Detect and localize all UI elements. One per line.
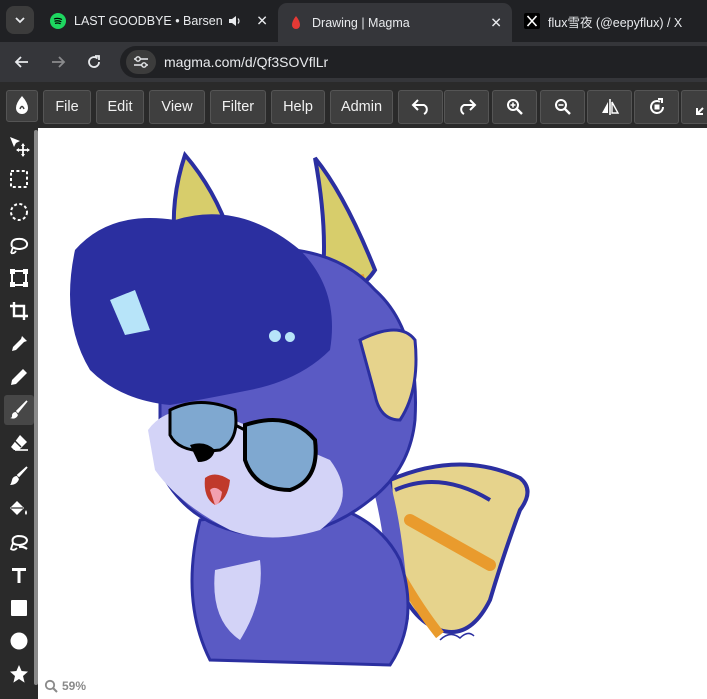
text-tool[interactable] (4, 560, 34, 590)
close-tab-icon[interactable]: ✕ (256, 13, 268, 30)
fill-tool[interactable] (4, 494, 34, 524)
shape-tool[interactable] (4, 659, 34, 689)
ellipse-tool[interactable] (4, 626, 34, 656)
app-menu-bar: File Edit View Filter Help Admin (0, 82, 707, 128)
transform-tool[interactable] (4, 263, 34, 293)
zoom-in-button[interactable] (492, 90, 537, 124)
tool-palette (0, 128, 38, 699)
flip-button[interactable] (587, 90, 632, 124)
spotify-icon (50, 13, 66, 29)
transform-icon (10, 269, 28, 287)
zoom-out-icon (554, 99, 571, 115)
browser-navbar: magma.com/d/Qf3SOVflLr (0, 42, 707, 82)
back-button[interactable] (10, 50, 34, 74)
lasso-fill-tool[interactable] (4, 527, 34, 557)
fullscreen-icon (695, 107, 704, 115)
help-menu[interactable]: Help (271, 90, 325, 124)
smudge-icon (10, 466, 28, 485)
reload-button[interactable] (82, 50, 106, 74)
rectangle-tool[interactable] (4, 593, 34, 623)
redo-icon (459, 99, 476, 115)
flip-icon (601, 99, 619, 115)
magnifier-icon (44, 679, 58, 693)
address-bar[interactable]: magma.com/d/Qf3SOVflLr (120, 46, 707, 78)
ellipse-select-icon (10, 203, 28, 221)
bat-character-artwork (70, 151, 530, 667)
zoom-in-icon (506, 99, 523, 115)
magma-logo-icon (16, 96, 28, 114)
magma-logo-button[interactable] (6, 90, 38, 122)
zoom-out-button[interactable] (540, 90, 585, 124)
site-info-button[interactable] (126, 50, 156, 74)
undo-button[interactable] (398, 90, 443, 124)
rectangle-select-icon (10, 170, 28, 188)
tab-title: flux雪夜 (@eepyflux) / X (548, 15, 683, 30)
eyedropper-tool[interactable] (4, 329, 34, 359)
tab-x[interactable]: flux雪夜 (@eepyflux) / X (514, 4, 707, 38)
reload-icon (88, 55, 100, 68)
rectangle-select-tool[interactable] (4, 164, 34, 194)
lasso-tool[interactable] (4, 230, 34, 260)
fullscreen-button[interactable] (681, 90, 707, 124)
paint-bucket-icon (10, 501, 27, 515)
zoom-level: 59% (62, 679, 87, 693)
brush-tool[interactable] (4, 395, 34, 425)
lasso-fill-icon (9, 534, 29, 551)
speaker-icon (229, 16, 240, 26)
rotate-icon (649, 98, 664, 114)
drawing-canvas[interactable] (38, 128, 707, 699)
lasso-icon (10, 237, 29, 255)
tab-magma[interactable]: Drawing | Magma ✕ (278, 3, 512, 42)
file-menu[interactable]: File (43, 90, 91, 124)
tune-icon (134, 56, 148, 68)
magma-icon (292, 15, 300, 29)
pencil-icon (11, 369, 27, 385)
eraser-tool[interactable] (4, 428, 34, 458)
text-icon (12, 568, 26, 583)
circle-icon (10, 632, 28, 650)
filter-menu[interactable]: Filter (210, 90, 266, 124)
zoom-indicator[interactable]: 59% (44, 679, 86, 693)
rectangle-icon (11, 600, 27, 616)
forward-button[interactable] (46, 50, 70, 74)
move-tool[interactable] (4, 131, 34, 161)
tab-spotify[interactable]: LAST GOODBYE • Barsena B ✕ (40, 4, 278, 38)
arrow-right-icon (52, 56, 66, 68)
chevron-down-icon (15, 17, 25, 24)
ellipse-select-tool[interactable] (4, 197, 34, 227)
edit-menu[interactable]: Edit (96, 90, 144, 124)
admin-menu[interactable]: Admin (330, 90, 393, 124)
eraser-icon (11, 435, 28, 451)
tab-title: Drawing | Magma (312, 15, 410, 30)
rotate-button[interactable] (634, 90, 679, 124)
smudge-tool[interactable] (4, 461, 34, 491)
move-icon (10, 137, 30, 157)
x-icon (524, 13, 540, 29)
crop-icon (10, 302, 28, 320)
view-menu[interactable]: View (149, 90, 205, 124)
pencil-tool[interactable] (4, 362, 34, 392)
eyedropper-icon (12, 336, 27, 351)
browser-tab-strip: LAST GOODBYE • Barsena B ✕ Drawing | Mag… (0, 0, 707, 42)
redo-button[interactable] (444, 90, 489, 124)
tab-search-button[interactable] (6, 6, 34, 34)
url-text: magma.com/d/Qf3SOVflLr (164, 54, 329, 70)
brush-icon (10, 400, 28, 419)
tab-title: LAST GOODBYE • Barsena B (74, 14, 222, 28)
undo-icon (411, 99, 428, 115)
crop-tool[interactable] (4, 296, 34, 326)
star-icon (10, 665, 28, 683)
arrow-left-icon (14, 56, 28, 68)
close-tab-icon[interactable]: ✕ (490, 14, 502, 31)
